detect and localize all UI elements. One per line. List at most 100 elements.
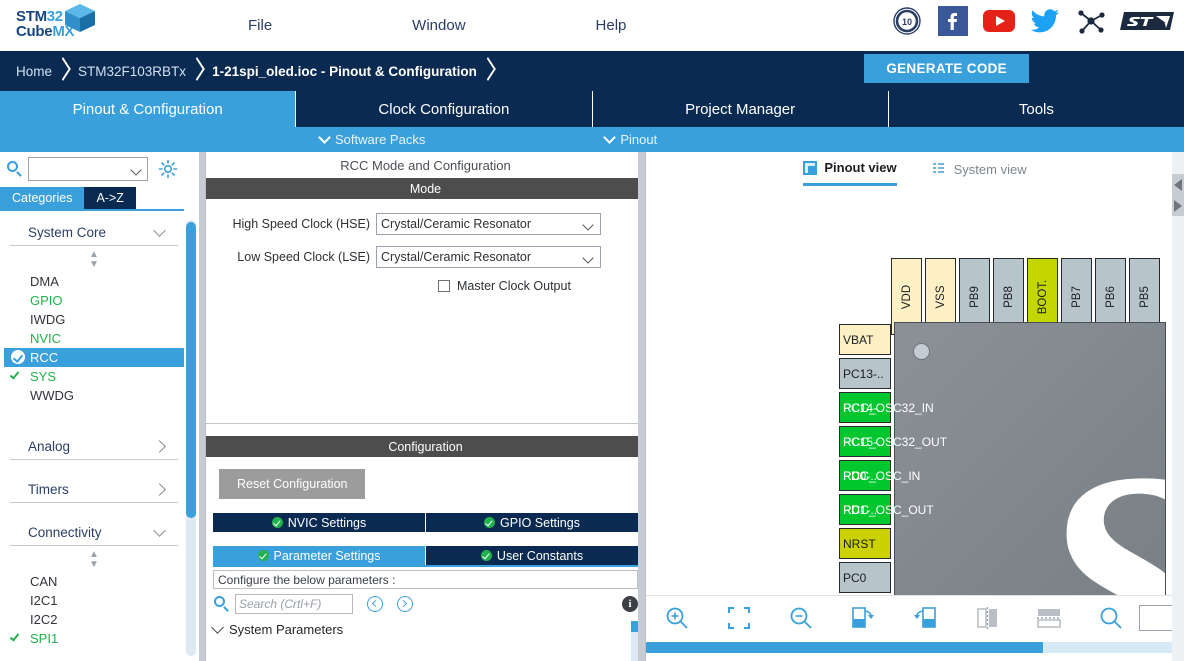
tab-pinout-configuration[interactable]: Pinout & Configuration — [0, 91, 297, 127]
pin-pd1[interactable]: RCC_OSC_OUT PD1-.. — [839, 494, 934, 525]
lse-dropdown[interactable]: Crystal/Ceramic Resonator — [376, 246, 601, 268]
sidebar-item-spi1[interactable]: SPI1 — [4, 629, 184, 648]
facebook-icon[interactable] — [936, 4, 970, 38]
flip-horizontal-icon[interactable] — [956, 596, 1018, 640]
zoom-out-icon[interactable] — [770, 596, 832, 640]
pinout-diagram[interactable]: VDD VSS PB9 PB8 BOOT. PB7 PB6 PB5 S VBAT — [646, 188, 1184, 628]
sidebar-item-i2c1[interactable]: I2C1 — [4, 591, 184, 610]
pin-pc14[interactable]: RCC_OSC32_IN PC14-.. — [839, 392, 934, 423]
reset-configuration-button[interactable]: Reset Configuration — [219, 469, 366, 499]
chevron-down-icon — [211, 621, 224, 634]
pinout-menu[interactable]: Pinout — [603, 131, 658, 147]
sidebar-item-iwdg[interactable]: IWDG — [4, 310, 184, 329]
mode-section: High Speed Clock (HSE) Crystal/Ceramic R… — [206, 199, 645, 424]
rotate-left-icon[interactable] — [894, 596, 956, 640]
sidebar-item-sys[interactable]: SYS — [4, 367, 184, 386]
chevron-right-icon[interactable] — [1174, 199, 1182, 212]
parameter-search-input[interactable]: Search (Crtl+F) — [235, 594, 353, 614]
generate-code-button[interactable]: GENERATE CODE — [864, 54, 1029, 83]
scrollbar-thumb[interactable] — [186, 222, 196, 518]
tab-system-view[interactable]: System view — [932, 152, 1027, 186]
category-connectivity[interactable]: Connectivity — [10, 519, 178, 546]
category-analog[interactable]: Analog — [10, 433, 178, 460]
category-timers[interactable]: Timers — [10, 476, 178, 503]
tab-gpio-settings[interactable]: GPIO Settings — [426, 513, 638, 532]
anniversary-10-years-icon[interactable]: 10 — [890, 4, 924, 38]
tab-categories[interactable]: Categories — [0, 187, 85, 209]
zoom-in-icon[interactable] — [646, 596, 708, 640]
pin-label: PD0-.. — [843, 468, 878, 483]
software-packs-menu[interactable]: Software Packs — [318, 131, 425, 147]
pinout-panel: Pinout view System view VDD VSS PB9 PB8 … — [645, 152, 1184, 661]
sidebar-item-nvic[interactable]: NVIC — [4, 329, 184, 348]
categories-list[interactable]: System Core ▲ ▼ DMA GPIO IWDG NVIC RCC SY… — [4, 219, 184, 657]
sidebar-item-i2c2[interactable]: I2C2 — [4, 610, 184, 629]
previous-match-button[interactable] — [367, 596, 383, 612]
master-clock-output-checkbox[interactable] — [438, 280, 450, 292]
sidebar-item-rcc[interactable]: RCC — [4, 348, 184, 367]
sidebar-item-gpio[interactable]: GPIO — [4, 291, 184, 310]
sidebar-item-label: DMA — [30, 274, 59, 289]
master-clock-output-row[interactable]: Master Clock Output — [438, 279, 645, 293]
sidebar-item-wwdg[interactable]: WWDG — [4, 386, 184, 405]
hse-dropdown[interactable]: Crystal/Ceramic Resonator — [376, 213, 601, 235]
panel-title: RCC Mode and Configuration — [206, 152, 645, 178]
rotate-right-icon[interactable] — [832, 596, 894, 640]
info-icon[interactable]: i — [622, 596, 638, 612]
tab-project-manager[interactable]: Project Manager — [593, 91, 889, 127]
breadcrumb-item-home[interactable]: Home — [0, 51, 52, 91]
st-logo-icon[interactable] — [1120, 4, 1178, 38]
breadcrumb-item-project[interactable]: 1-21spi_oled.ioc - Pinout & Configuratio… — [212, 51, 477, 91]
config-tabs-row-2: Parameter Settings User Constants — [213, 546, 638, 565]
youtube-icon[interactable] — [982, 4, 1016, 38]
pin-pd0[interactable]: RCC_OSC_IN PD0-.. — [839, 460, 920, 491]
panel-collapse-arrows[interactable] — [1172, 174, 1184, 216]
chip-body[interactable]: S — [894, 322, 1166, 628]
scroll-spinner-icon[interactable]: ▲ ▼ — [4, 246, 184, 272]
tab-tools[interactable]: Tools — [889, 91, 1184, 127]
community-network-icon[interactable] — [1074, 4, 1108, 38]
pin-vbat[interactable]: VBAT — [839, 324, 891, 355]
pin-label: PB6 — [1104, 285, 1117, 308]
breadcrumb-item-mcu[interactable]: STM32F103RBTx — [78, 51, 186, 91]
pin-label: VDD — [900, 284, 913, 309]
tab-nvic-settings[interactable]: NVIC Settings — [213, 513, 426, 532]
categories-panel: Categories A->Z System Core ▲ ▼ DMA GPIO … — [0, 152, 205, 661]
chevron-left-icon[interactable] — [1174, 178, 1182, 191]
category-system-core[interactable]: System Core — [10, 219, 178, 246]
tab-a-to-z[interactable]: A->Z — [84, 187, 136, 209]
pin-label: BOOT. — [1036, 279, 1049, 314]
pinout-horizontal-scrollbar[interactable] — [646, 642, 1175, 653]
sidebar-item-can[interactable]: CAN — [4, 572, 184, 591]
pin-pc0[interactable]: PC0 — [839, 562, 891, 593]
check-circle-icon — [257, 550, 269, 561]
flip-vertical-icon[interactable] — [1018, 596, 1080, 640]
tab-parameter-settings[interactable]: Parameter Settings — [213, 546, 426, 565]
scroll-spinner-icon[interactable]: ▲ ▼ — [4, 546, 184, 572]
menu-help[interactable]: Help — [586, 13, 637, 38]
categories-scrollbar[interactable] — [186, 220, 196, 656]
search-input[interactable] — [28, 157, 148, 181]
menu-window[interactable]: Window — [402, 13, 475, 38]
pinout-label: Pinout — [620, 132, 658, 147]
tab-label: NVIC Settings — [287, 515, 367, 530]
fit-to-screen-icon[interactable] — [708, 596, 770, 640]
chevron-down-icon — [318, 131, 331, 144]
tab-clock-configuration[interactable]: Clock Configuration — [296, 91, 593, 127]
tree-node-system-parameters[interactable]: System Parameters — [211, 621, 638, 637]
tab-user-constants[interactable]: User Constants — [426, 546, 638, 565]
twitter-icon[interactable] — [1028, 4, 1062, 38]
breadcrumb-chevron-icon — [477, 51, 503, 91]
tab-pinout-view[interactable]: Pinout view — [803, 152, 897, 186]
categories-tab-underline — [0, 209, 184, 211]
next-match-button[interactable] — [397, 596, 413, 612]
sidebar-item-dma[interactable]: DMA — [4, 272, 184, 291]
gear-icon[interactable] — [158, 159, 178, 179]
search-pin-icon[interactable] — [1080, 596, 1142, 640]
menu-file[interactable]: File — [238, 13, 282, 38]
pin-pc15[interactable]: RCC_OSC32_OUT PC15-.. — [839, 426, 947, 457]
pin-pc13[interactable]: PC13-.. — [839, 358, 891, 389]
scrollbar-thumb[interactable] — [646, 642, 1043, 653]
pinout-right-rail — [1172, 152, 1184, 661]
pin-nrst[interactable]: NRST — [839, 528, 891, 559]
